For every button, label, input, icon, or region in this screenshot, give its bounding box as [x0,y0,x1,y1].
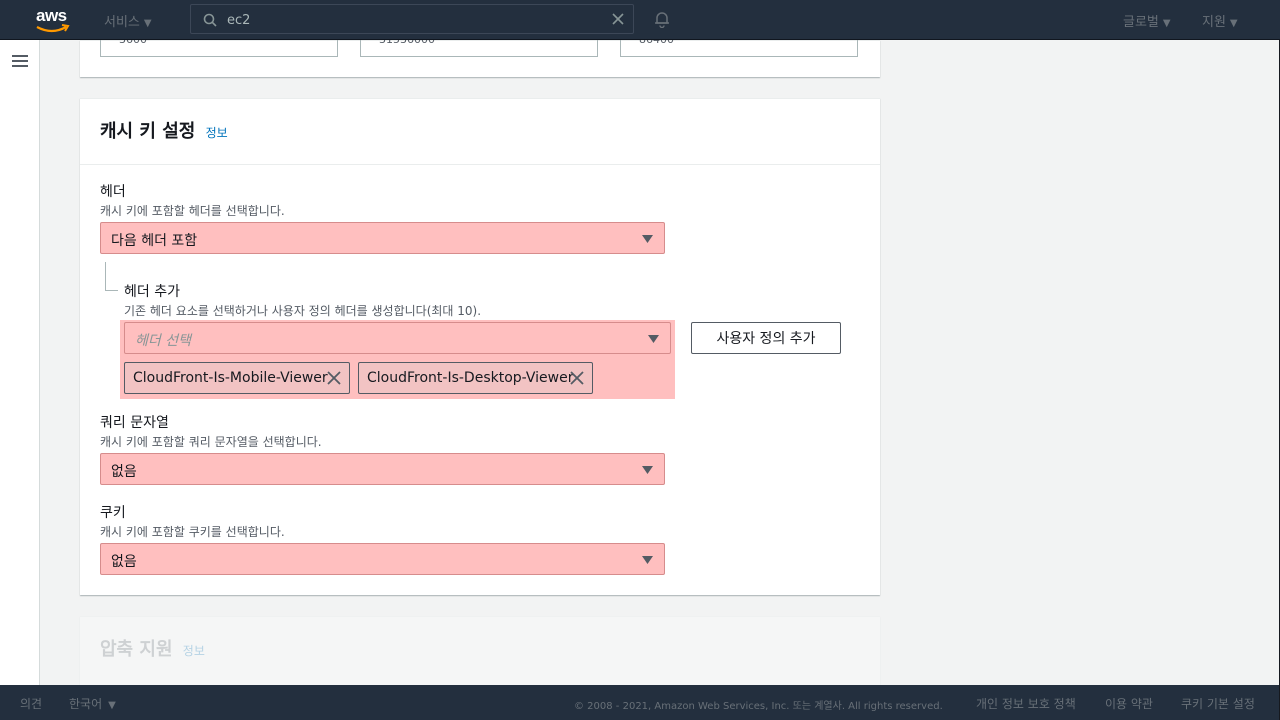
caret-down-icon [642,466,653,474]
cookies-label: 쿠키 [100,505,126,521]
region-menu[interactable]: 글로벌 ▼ [1123,11,1171,30]
language-selector[interactable]: 한국어 ▼ [69,695,116,712]
cookies-select[interactable]: 없음 [100,543,665,575]
copyright-text: © 2008 - 2021, Amazon Web Services, Inc.… [574,701,943,712]
caret-down-icon: ▼ [1229,18,1238,29]
max-ttl-input[interactable]: 31536000 [360,33,598,57]
headers-label: 헤더 [100,184,126,200]
terms-link[interactable]: 이용 약관 [1105,695,1153,712]
add-headers-description: 기존 헤더 요소를 선택하거나 사용자 정의 헤더를 생성합니다(최대 10). [124,304,482,318]
query-strings-select[interactable]: 없음 [100,453,665,485]
min-ttl-input[interactable]: 3600 [100,33,338,57]
default-ttl-input[interactable]: 86400 [620,33,858,57]
search-icon [203,13,217,27]
caret-down-icon [642,556,653,564]
top-navigation: aws 서비스▼ 글로벌▼ 지원▼ [0,0,1280,40]
header-token: CloudFront-Is-Desktop-Viewer [358,362,593,394]
header-token: CloudFront-Is-Mobile-Viewer [124,362,350,394]
headers-description: 캐시 키에 포함할 헤더를 선택합니다. [100,204,285,218]
ttl-settings-card: 3600 31536000 86400 [80,33,880,77]
search-input[interactable] [225,10,589,30]
footer: 의견 한국어 ▼ © 2008 - 2021, Amazon Web Servic… [0,685,1280,720]
caret-down-icon: ▼ [108,700,116,711]
query-strings-description: 캐시 키에 포함할 쿼리 문자열을 선택합니다. [100,435,322,449]
card-title: 캐시 키 설정 정보 [100,121,228,142]
hamburger-menu-icon[interactable] [12,54,28,68]
bell-icon[interactable] [653,10,671,28]
side-navigation-rail [0,40,40,685]
cookies-description: 캐시 키에 포함할 쿠키를 선택합니다. [100,525,285,539]
remove-token-icon[interactable] [327,371,341,385]
add-custom-header-button[interactable]: 사용자 정의 추가 [691,322,841,354]
cookie-preferences-link[interactable]: 쿠키 기본 설정 [1181,695,1255,712]
remove-token-icon[interactable] [570,371,584,385]
info-link[interactable]: 정보 [183,644,205,658]
info-link[interactable]: 정보 [206,126,228,140]
tree-connector [105,262,118,291]
feedback-link[interactable]: 의견 [20,695,42,712]
aws-logo[interactable]: aws [36,6,72,34]
support-menu[interactable]: 지원 ▼ [1202,11,1238,30]
clear-icon[interactable] [611,12,625,26]
caret-down-icon: ▼ [1162,18,1171,29]
caret-down-icon [648,335,659,343]
headers-select[interactable]: 다음 헤더 포함 [100,222,665,254]
compression-support-card: 압축 지원 정보 [80,616,880,685]
caret-down-icon: ▼ [143,18,152,29]
search-box[interactable] [190,4,634,34]
header-multiselect[interactable]: 헤더 선택 [124,322,671,354]
card-title: 압축 지원 정보 [100,639,205,660]
add-headers-label: 헤더 추가 [124,284,180,300]
card-header: 캐시 키 설정 정보 [80,99,880,165]
privacy-link[interactable]: 개인 정보 보호 정책 [976,695,1076,712]
caret-down-icon [642,235,653,243]
query-strings-label: 쿼리 문자열 [100,415,169,431]
smile-arrow-icon [36,24,70,33]
services-menu[interactable]: 서비스 ▼ [104,11,152,30]
